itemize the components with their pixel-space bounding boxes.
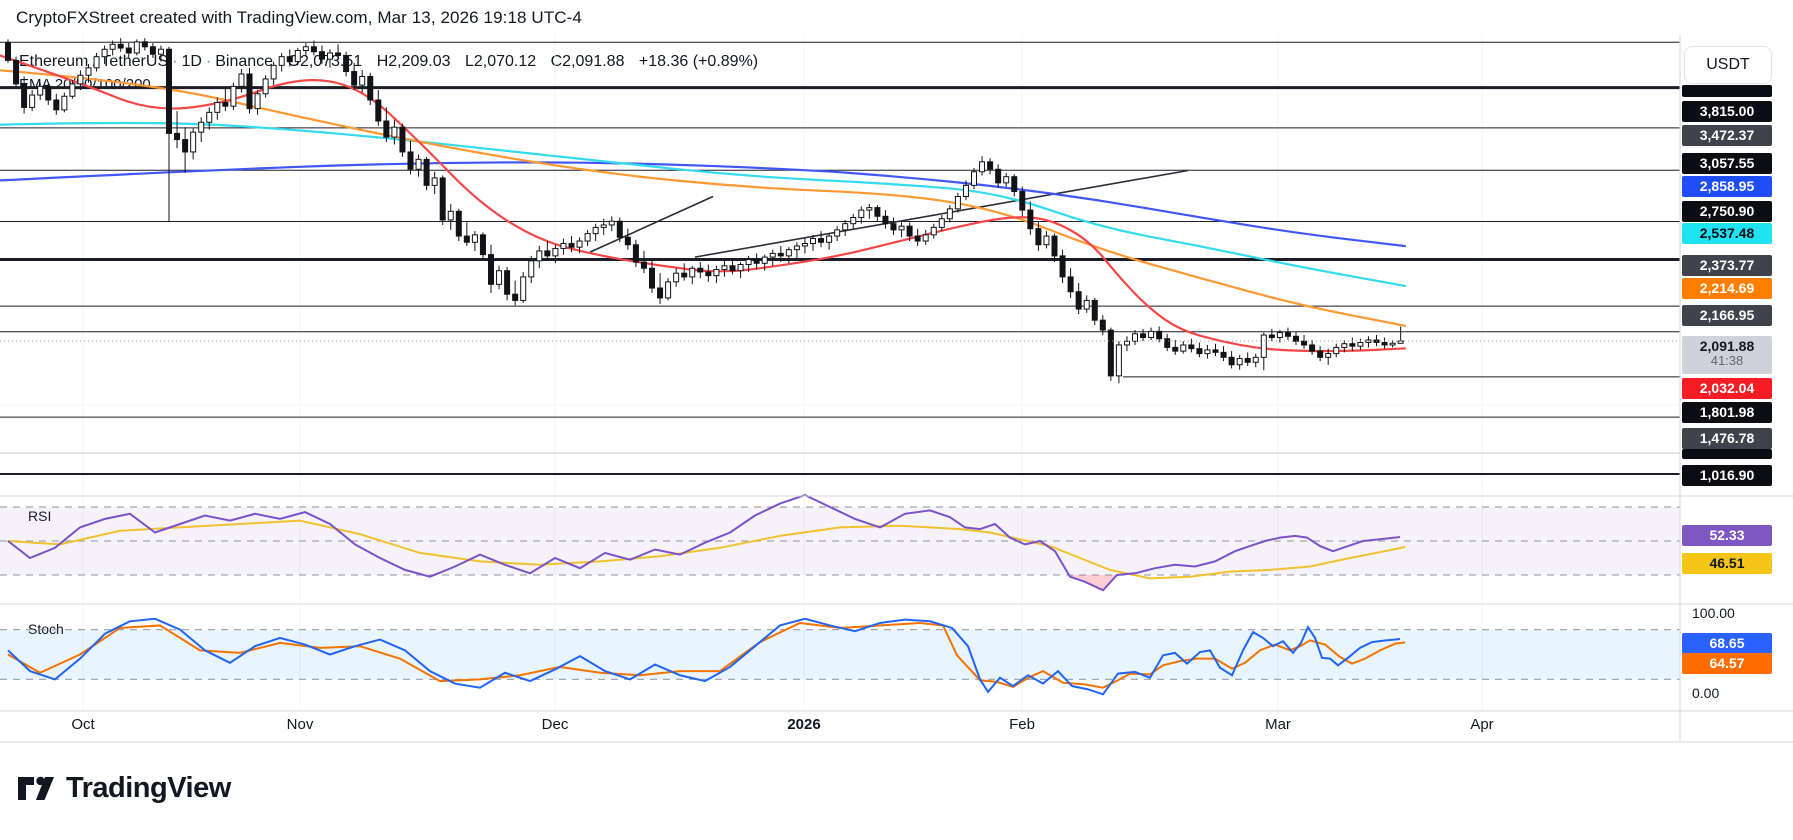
countdown-timer: 41:38 <box>1710 353 1744 368</box>
price-scale-label: 2,214.69 <box>1682 277 1772 299</box>
price-scale-label: 2,537.48 <box>1682 222 1772 244</box>
stoch-axis-top: 100.00 <box>1692 605 1735 621</box>
price-scale-label: 2,032.04 <box>1682 377 1772 399</box>
price-scale-label: 1,016.90 <box>1682 464 1772 486</box>
clipped-label <box>1682 449 1772 459</box>
stoch-value-label: 64.57 <box>1682 652 1772 674</box>
page: { "header": {"title": "CryptoFXStreet cr… <box>0 0 1793 835</box>
price-scale-label: 1,476.78 <box>1682 427 1772 449</box>
time-axis-label: Nov <box>286 716 314 733</box>
rsi-value-label: 52.33 <box>1682 524 1772 546</box>
price-scale-label: 3,057.55 <box>1682 152 1772 174</box>
price-scale-label: 1,801.98 <box>1682 401 1772 423</box>
price-scale-label: 2,750.90 <box>1682 200 1772 222</box>
chart-canvas[interactable] <box>0 0 1793 835</box>
price-scale-label: 2,166.95 <box>1682 304 1772 326</box>
time-axis-label: Mar <box>1265 716 1291 733</box>
stoch-axis-bottom: 0.00 <box>1692 685 1720 701</box>
time-axis-label: Dec <box>541 716 569 733</box>
price-scale-label: 2,373.77 <box>1682 254 1772 276</box>
time-axis-label: Oct <box>71 716 95 733</box>
price-scale-label: 2,091.88 41:38 <box>1682 336 1772 374</box>
price-scale-label: 3,815.00 <box>1682 100 1772 122</box>
rsi-value-label: 46.51 <box>1682 552 1772 574</box>
price-scale-label: 3,472.37 <box>1682 124 1772 146</box>
price-scale-label: 2,858.95 <box>1682 175 1772 197</box>
usdt-currency-button[interactable]: USDT <box>1684 46 1772 84</box>
time-axis-label: 2026 <box>787 716 821 733</box>
stoch-value-label: 68.65 <box>1682 632 1772 654</box>
clipped-label <box>1682 85 1772 97</box>
time-axis-label: Apr <box>1470 716 1494 733</box>
time-axis-label: Feb <box>1009 716 1035 733</box>
